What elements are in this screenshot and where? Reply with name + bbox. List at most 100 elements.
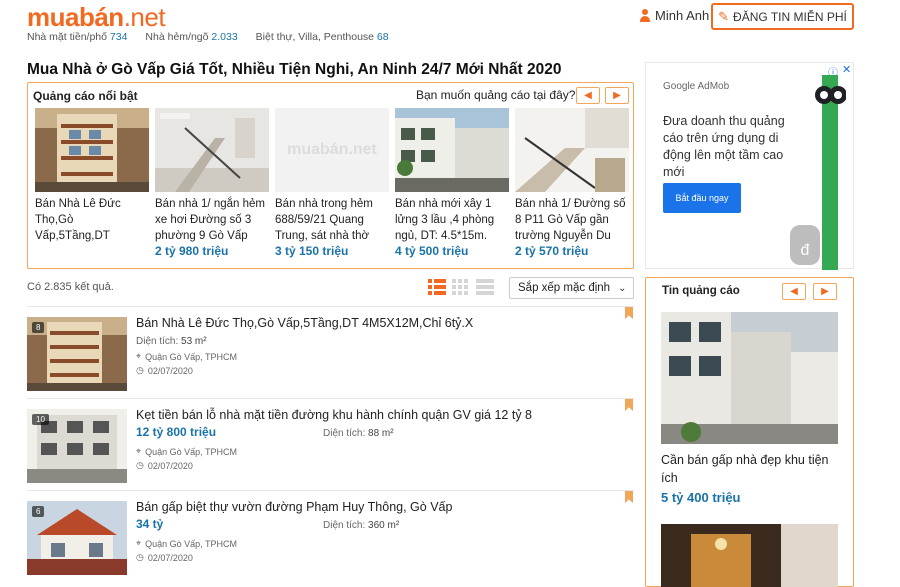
area-label: Diện tích: [323,428,366,439]
location-text: Quận Gò Vấp, TPHCM [145,446,237,457]
clock-icon: ◷ [136,552,144,562]
date-text: 02/07/2020 [147,365,193,376]
listing-row[interactable]: 10 Kẹt tiền bán lỗ nhà mặt tiền đường kh… [27,398,634,490]
sponsored-price: 5 tỷ 400 triệu [661,490,741,505]
post-free-button[interactable]: ✎ ĐĂNG TIN MIỄN PHÍ [711,3,854,30]
logo-tld: .net [123,2,166,32]
area-label: Diện tích: [323,520,366,531]
location-icon: ⌖ [136,351,142,361]
view-mode-switcher [428,279,494,295]
date-text: 02/07/2020 [147,552,193,563]
sponsored-next-button[interactable]: ▶ [813,283,837,300]
featured-card[interactable]: Bán nhà 1/ ngắn hẻm xe hơi Đường số 3 ph… [155,108,269,258]
photo-count-badge: 8 [32,322,45,333]
clock-icon: ◷ [136,460,144,470]
area-value: 53 m² [181,336,207,347]
photo-count-badge: 10 [32,414,49,425]
featured-heading: Quảng cáo nổi bật [33,89,138,103]
svg-text:muabán.net: muabán.net [287,141,377,158]
subnav-item-hem[interactable]: Nhà hẻm/ngõ 2.033 [145,31,237,45]
listing-location: ⌖ Quận Gò Vấp, TPHCM [136,351,237,362]
admob-ad-banner[interactable]: ⓘ ✕ Google AdMob Đưa doanh thu quảng cáo… [645,62,854,270]
location-icon: ⌖ [136,538,142,548]
featured-prev-button[interactable]: ◀ [576,87,600,104]
featured-card-title: Bán nhà mới xây 1 lửng 3 lầu ,4 phòng ng… [395,198,495,242]
featured-card-title: Bán nhà 1/ ngắn hẻm xe hơi Đường số 3 ph… [155,198,265,242]
sponsored-prev-button[interactable]: ◀ [782,283,806,300]
sponsored-title[interactable]: Cần bán gấp nhà đẹp khu tiện ích [661,451,841,487]
area-label: Diện tích: [136,336,179,347]
pencil-icon: ✎ [718,8,730,24]
listing-price: 12 tỷ 800 triệu [136,425,217,439]
clock-icon: ◷ [136,365,144,375]
listing-image: 10 [27,409,127,483]
featured-card-title: Bán Nhà Lê Đức Thọ,Gò Vấp,5Tầng,DT [35,198,121,242]
featured-card-price: 2 tỷ 980 triệu [155,244,229,258]
listing-date: ◷ 02/07/2020 [136,552,193,563]
sponsored-image[interactable] [661,524,838,587]
listing-location: ⌖ Quận Gò Vấp, TPHCM [136,538,237,549]
subnav-count: 734 [109,31,128,43]
chevron-left-icon: ◀ [790,286,798,297]
user-name: Minh Anh [655,8,710,23]
subnav-item-biet-thu[interactable]: Biệt thự, Villa, Penthouse 68 [256,31,389,45]
featured-card-title: Bán nhà 1/ Đường số 8 P11 Gò Vấp gần trư… [515,198,626,242]
subnav-label: Biệt thự, Villa, Penthouse [255,31,374,43]
featured-card[interactable]: Bán nhà 1/ Đường số 8 P11 Gò Vấp gần trư… [515,108,629,258]
sponsored-heading: Tin quảng cáo [662,285,740,297]
rows-view-icon[interactable] [476,279,494,295]
featured-card-image [395,108,509,192]
user-menu[interactable]: Minh Anh [640,8,709,23]
featured-card[interactable]: Bán Nhà Lê Đức Thọ,Gò Vấp,5Tầng,DT [35,108,149,258]
sponsored-image[interactable] [661,312,838,444]
bookmark-icon[interactable] [625,307,633,319]
subnav-label: Nhà hẻm/ngõ [145,31,209,43]
listing-image: 6 [27,501,127,575]
bookmark-icon[interactable] [625,399,633,411]
list-view-icon[interactable] [428,279,446,295]
featured-next-button[interactable]: ▶ [605,87,629,104]
listing-row[interactable]: 8 Bán Nhà Lê Đức Thọ,Gò Vấp,5Tầng,DT 4M5… [27,306,634,398]
listing-title[interactable]: Bán Nhà Lê Đức Thọ,Gò Vấp,5Tầng,DT 4M5X1… [136,316,473,330]
subnav-label: Nhà mặt tiền/phố [27,31,107,43]
listing-date: ◷ 02/07/2020 [136,365,193,376]
chevron-right-icon: ▶ [821,286,829,297]
featured-card[interactable]: muabán.net Bán nhà trong hẻm 688/59/21 Q… [275,108,389,258]
advertise-here-link[interactable]: Bạn muốn quảng cáo tại đây? [416,88,575,102]
featured-card-placeholder-image: muabán.net [275,108,389,192]
location-text: Quận Gò Vấp, TPHCM [145,351,237,362]
subnav-count: 2.033 [211,31,238,43]
user-icon [640,8,650,23]
location-icon: ⌖ [136,446,142,456]
featured-card-price: 3 tỷ 150 triệu [275,244,349,258]
admob-cta-button[interactable]: Bắt đầu ngay [663,183,741,213]
sponsored-listings-box: Tin quảng cáo ◀ ▶ Cần bán gấp nhà đẹp kh… [645,277,854,587]
page-title: Mua Nhà ở Gò Vấp Giá Tốt, Nhiều Tiện Ngh… [27,61,562,78]
post-free-label: ĐĂNG TIN MIỄN PHÍ [733,9,847,24]
grid-view-icon[interactable] [452,279,470,295]
chevron-right-icon: ▶ [613,90,621,101]
listing-area: Diện tích: 53 m² [136,336,207,347]
featured-ads-box: Quảng cáo nổi bật Bạn muốn quảng cáo tại… [27,82,634,269]
location-text: Quận Gò Vấp, TPHCM [145,538,237,549]
featured-card-price: 4 tỷ 500 triệu [395,244,469,258]
subnav-item-mat-tien[interactable]: Nhà mặt tiền/phố 734 [27,31,127,45]
sort-label: Sắp xếp mặc định [518,282,611,294]
featured-card-price: 2 tỷ 570 triệu [515,244,589,258]
listing-title[interactable]: Kẹt tiền bán lỗ nhà mặt tiền đường khu h… [136,408,532,422]
bookmark-icon[interactable] [625,491,633,503]
featured-card[interactable]: Bán nhà mới xây 1 lửng 3 lầu ,4 phòng ng… [395,108,509,258]
listing-title[interactable]: Bán gấp biệt thự vườn đường Phạm Huy Thô… [136,500,452,514]
site-logo[interactable]: muabán.net [27,2,166,33]
admob-text: Đưa doanh thu quảng cáo trên ứng dụng di… [663,114,785,179]
listing-row[interactable]: 6 Bán gấp biệt thự vườn đường Phạm Huy T… [27,490,634,587]
listing-location: ⌖ Quận Gò Vấp, TPHCM [136,446,237,457]
listing-date: ◷ 02/07/2020 [136,460,193,471]
logo-brand: muabán [27,2,124,32]
sort-select[interactable]: Sắp xếp mặc định ⌄ [509,277,634,299]
chevron-left-icon: ◀ [584,90,592,101]
listing-area: Diện tích: 360 m² [323,520,399,531]
chevron-down-icon: ⌄ [618,282,627,294]
featured-card-image [155,108,269,192]
area-value: 360 m² [368,520,400,531]
